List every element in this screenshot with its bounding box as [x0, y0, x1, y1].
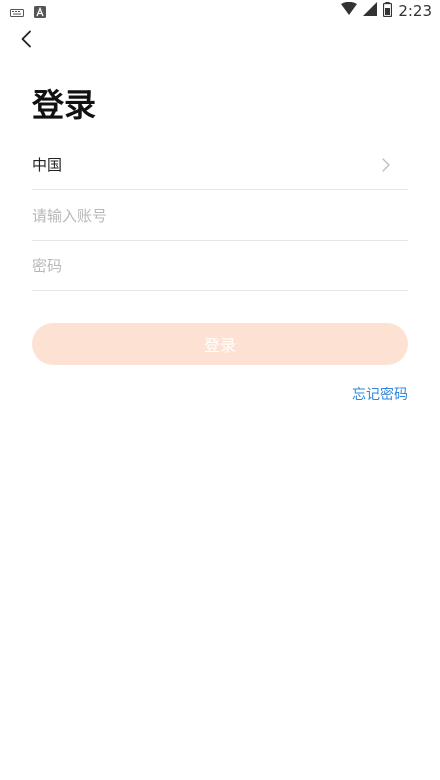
country-selector[interactable]: 中国	[32, 140, 408, 190]
back-button[interactable]	[14, 28, 38, 54]
battery-icon	[383, 1, 393, 21]
country-label: 中国	[32, 156, 63, 174]
password-field-row	[32, 241, 408, 291]
status-left	[10, 4, 46, 22]
chevron-left-icon	[20, 30, 32, 52]
notification-a-icon	[34, 4, 46, 22]
signal-icon	[363, 2, 378, 20]
status-time: 2:23	[398, 2, 432, 20]
keyboard-icon	[10, 4, 24, 22]
page-title: 登录	[32, 86, 97, 124]
account-field-row	[32, 191, 408, 241]
wifi-icon	[341, 1, 358, 20]
login-button[interactable]: 登录	[32, 323, 408, 365]
login-screen: 2:23 登录 中国 登录 忘记密码	[0, 0, 440, 780]
status-right: 2:23	[341, 1, 432, 21]
status-bar: 2:23	[0, 0, 440, 22]
forgot-password-link[interactable]: 忘记密码	[352, 384, 408, 404]
password-input[interactable]	[32, 241, 408, 290]
chevron-right-icon	[382, 156, 394, 174]
account-input[interactable]	[32, 191, 408, 240]
